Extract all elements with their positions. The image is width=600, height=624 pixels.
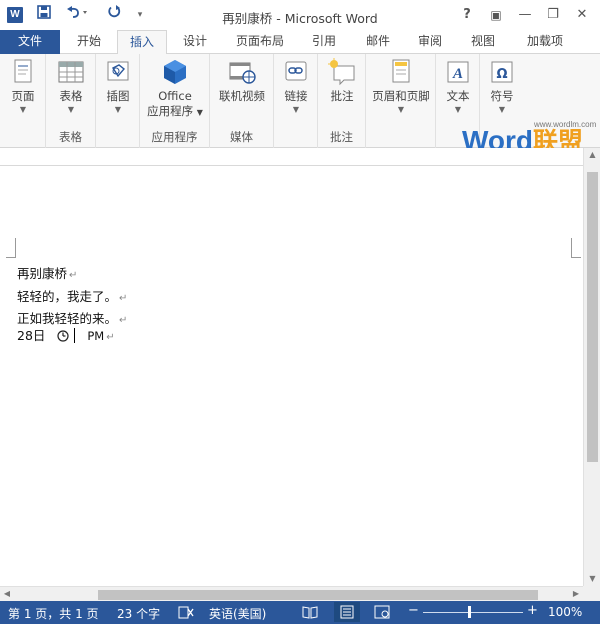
close-button[interactable]: ✕ xyxy=(570,5,594,25)
illustrations-icon xyxy=(104,58,132,86)
status-bar: 第 1 页，共 1 页 23 个字 英语(美国) − + 100% xyxy=(0,601,600,624)
online-video-icon xyxy=(228,58,256,86)
doc-line-2[interactable]: 轻轻的，我走了。 ↵ xyxy=(17,286,127,305)
group-header-footer: 页眉和页脚 ▼ xyxy=(366,54,436,148)
scrollbar-corner xyxy=(583,586,600,601)
dropdown-arrow-icon: ▼ xyxy=(397,105,405,114)
tab-mailings[interactable]: 邮件 xyxy=(356,30,400,54)
page-top-edge xyxy=(0,165,583,166)
dropdown-arrow-icon: ▼ xyxy=(196,108,203,117)
office-apps-button[interactable]: Office 应用程序 ▼ xyxy=(145,58,205,120)
scroll-right-icon[interactable]: ▶ xyxy=(569,587,583,601)
comment-icon xyxy=(328,58,356,86)
doc-line-4[interactable]: 28日 PM ↵ xyxy=(17,325,115,345)
paragraph-mark-icon: ↵ xyxy=(119,315,128,326)
dropdown-arrow-icon: ▼ xyxy=(114,105,122,114)
zoom-in-button[interactable]: + xyxy=(527,603,538,618)
dropdown-arrow-icon: ▼ xyxy=(292,105,300,114)
dropdown-arrow-icon: ▼ xyxy=(454,105,462,114)
language-indicator[interactable]: 英语(美国) xyxy=(209,605,266,622)
margin-mark-right xyxy=(571,238,581,258)
group-label-comments: 批注 xyxy=(330,130,353,144)
ribbon-display-options-button[interactable]: ▣ xyxy=(484,5,508,25)
tab-page-layout[interactable]: 页面布局 xyxy=(228,30,292,54)
ribbon-tabs: 文件 开始 插入 设计 页面布局 引用 邮件 审阅 视图 加载项 xyxy=(0,30,600,55)
group-links: 链接 ▼ xyxy=(274,54,318,148)
group-pages: 页面 ▼ xyxy=(0,54,46,148)
dropdown-arrow-icon: ▼ xyxy=(498,105,506,114)
dropdown-arrow-icon: ▼ xyxy=(19,105,27,114)
text-icon: A xyxy=(444,58,472,86)
minimize-button[interactable]: — xyxy=(513,5,537,25)
group-tables: 表格 ▼ 表格 xyxy=(46,54,96,148)
symbols-button[interactable]: Ω 符号 ▼ xyxy=(484,58,520,116)
tab-addins[interactable]: 加载项 xyxy=(517,30,573,54)
restore-button[interactable]: ❐ xyxy=(541,5,565,25)
omega-symbol-icon: Ω xyxy=(488,58,516,86)
header-footer-icon xyxy=(387,58,415,86)
links-icon xyxy=(282,58,310,86)
header-footer-button[interactable]: 页眉和页脚 ▼ xyxy=(368,58,434,116)
horizontal-scroll-thumb[interactable] xyxy=(98,590,538,600)
group-illustrations: 插图 ▼ xyxy=(96,54,140,148)
vertical-scroll-thumb[interactable] xyxy=(587,172,598,462)
word-count[interactable]: 23 个字 xyxy=(117,605,160,622)
online-video-button[interactable]: 联机视频 xyxy=(214,58,270,104)
office-apps-icon xyxy=(161,58,189,86)
document-area[interactable] xyxy=(0,148,600,586)
doc-line-1[interactable]: 再别康桥 ↵ xyxy=(17,263,77,282)
read-mode-icon[interactable] xyxy=(302,605,318,622)
svg-text:Ω: Ω xyxy=(496,67,507,82)
group-label-media: 媒体 xyxy=(230,130,253,144)
zoom-slider[interactable] xyxy=(423,612,523,613)
scroll-down-icon[interactable]: ▼ xyxy=(584,572,600,586)
zoom-slider-thumb[interactable] xyxy=(468,606,471,618)
text-button[interactable]: A 文本 ▼ xyxy=(440,58,476,116)
tab-view[interactable]: 视图 xyxy=(461,30,505,54)
page-count[interactable]: 第 1 页，共 1 页 xyxy=(8,605,99,622)
text-cursor xyxy=(74,328,76,343)
group-label-tables: 表格 xyxy=(59,130,82,144)
proofing-icon[interactable] xyxy=(178,604,194,623)
table-button[interactable]: 表格 ▼ xyxy=(53,58,89,116)
zoom-level[interactable]: 100% xyxy=(548,605,582,619)
margin-mark-left xyxy=(6,238,16,258)
links-button[interactable]: 链接 ▼ xyxy=(278,58,314,116)
scroll-left-icon[interactable]: ◀ xyxy=(0,587,14,601)
tab-file[interactable]: 文件 xyxy=(0,30,60,54)
horizontal-scrollbar[interactable]: ◀ ▶ xyxy=(0,586,583,601)
pages-button[interactable]: 页面 ▼ xyxy=(5,58,41,116)
group-label-apps: 应用程序 xyxy=(151,130,198,144)
help-button[interactable]: ? xyxy=(455,5,479,25)
table-icon xyxy=(57,58,85,86)
scroll-up-icon[interactable]: ▲ xyxy=(584,148,600,162)
print-layout-icon[interactable] xyxy=(334,602,360,622)
group-apps: Office 应用程序 ▼ 应用程序 xyxy=(140,54,210,148)
tab-design[interactable]: 设计 xyxy=(172,30,218,54)
paragraph-mark-icon: ↵ xyxy=(106,332,115,343)
zoom-out-button[interactable]: − xyxy=(408,603,419,618)
window-title: 再别康桥 - Microsoft Word xyxy=(222,11,378,26)
group-comments: 批注 批注 xyxy=(318,54,366,148)
tab-review[interactable]: 审阅 xyxy=(408,30,452,54)
ribbon: 页面 ▼ 表格 ▼ 表格 插图 ▼ Office 应用程序 ▼ 应用程序 联机视… xyxy=(0,54,600,156)
vertical-scrollbar[interactable]: ▲ ▼ xyxy=(583,148,600,586)
title-bar: W ▾ 再别康桥 - Microsoft Word ? ▣ — ❐ ✕ xyxy=(0,0,600,30)
tab-home[interactable]: 开始 xyxy=(66,30,112,54)
tab-references[interactable]: 引用 xyxy=(302,30,346,54)
tab-insert[interactable]: 插入 xyxy=(117,30,167,55)
new-comment-button[interactable]: 批注 xyxy=(324,58,360,104)
illustrations-button[interactable]: 插图 ▼ xyxy=(100,58,136,116)
pages-icon xyxy=(9,58,37,86)
clock-symbol-icon xyxy=(57,330,69,345)
paragraph-mark-icon: ↵ xyxy=(119,293,128,304)
group-media: 联机视频 媒体 xyxy=(210,54,274,148)
web-layout-icon[interactable] xyxy=(374,605,390,622)
paragraph-mark-icon: ↵ xyxy=(69,270,78,281)
svg-text:A: A xyxy=(452,66,463,82)
dropdown-arrow-icon: ▼ xyxy=(67,105,75,114)
